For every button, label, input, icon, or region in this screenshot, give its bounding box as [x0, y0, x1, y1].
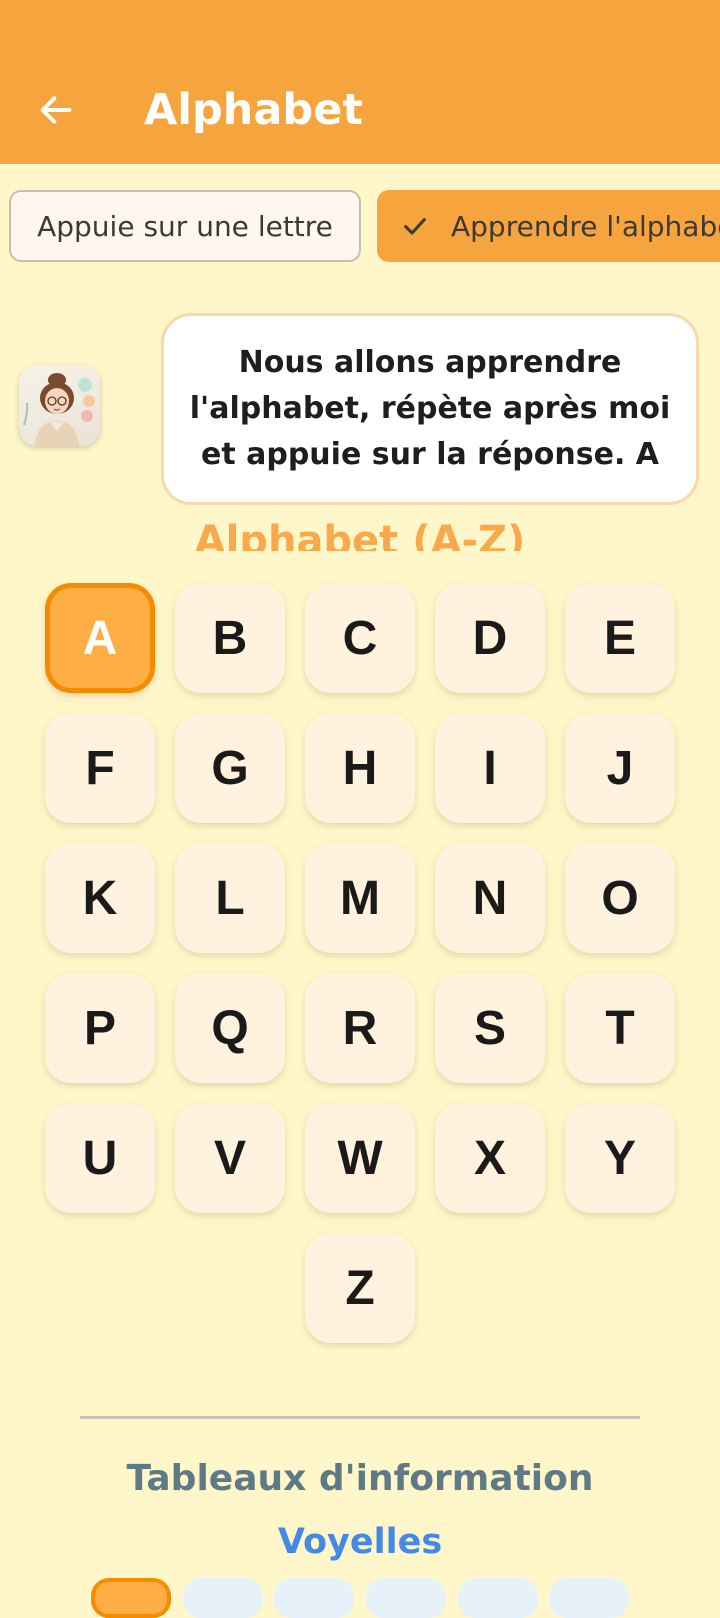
- vowels-title: Voyelles: [277, 1522, 443, 1562]
- letter-key-q[interactable]: Q: [175, 973, 285, 1083]
- letter-key-u[interactable]: U: [45, 1103, 155, 1213]
- vowel-tile[interactable]: [366, 1578, 446, 1618]
- vowel-tile[interactable]: [549, 1578, 629, 1618]
- mode-chip-learn-alphabet[interactable]: Apprendre l'alphabet: [377, 190, 720, 262]
- arrow-left-icon: [40, 96, 72, 124]
- letter-key-w[interactable]: W: [305, 1103, 415, 1213]
- letter-key-z[interactable]: Z: [305, 1233, 415, 1343]
- letter-key-t[interactable]: T: [565, 973, 675, 1083]
- letter-key-v[interactable]: V: [175, 1103, 285, 1213]
- letter-key-m[interactable]: M: [305, 843, 415, 953]
- letter-key-x[interactable]: X: [435, 1103, 545, 1213]
- letter-key-o[interactable]: O: [565, 843, 675, 953]
- letter-key-s[interactable]: S: [435, 973, 545, 1083]
- mode-chip-tap-letter[interactable]: Appuie sur une lettre: [9, 190, 361, 262]
- letter-key-k[interactable]: K: [45, 843, 155, 953]
- letter-key-i[interactable]: I: [435, 713, 545, 823]
- letter-key-h[interactable]: H: [305, 713, 415, 823]
- letter-key-p[interactable]: P: [45, 973, 155, 1083]
- letter-key-l[interactable]: L: [175, 843, 285, 953]
- back-button[interactable]: [30, 84, 82, 136]
- letter-key-f[interactable]: F: [45, 713, 155, 823]
- letter-key-g[interactable]: G: [175, 713, 285, 823]
- mode-chip-label: Apprendre l'alphabet: [451, 209, 720, 243]
- letter-key-y[interactable]: Y: [565, 1103, 675, 1213]
- letter-grid: ABCDE FGHIJ KLMNO PQRST UVWXY Z: [45, 583, 677, 1343]
- divider: [80, 1416, 640, 1419]
- tutor-message: Nous allons apprendre l'alphabet, répète…: [189, 345, 671, 472]
- tutor-avatar: [19, 365, 100, 446]
- letter-key-a[interactable]: A: [45, 583, 155, 693]
- vowel-tile[interactable]: [91, 1578, 171, 1618]
- info-tables-title: Tableaux d'information: [126, 1458, 594, 1499]
- letter-key-b[interactable]: B: [175, 583, 285, 693]
- letter-key-n[interactable]: N: [435, 843, 545, 953]
- teacher-illustration-icon: [23, 373, 95, 446]
- page-title: Alphabet: [144, 85, 363, 135]
- letter-key-r[interactable]: R: [305, 973, 415, 1083]
- letter-key-e[interactable]: E: [565, 583, 675, 693]
- letter-key-j[interactable]: J: [565, 713, 675, 823]
- vowel-tile[interactable]: [458, 1578, 538, 1618]
- check-icon: [401, 212, 429, 240]
- mode-chip-label: Appuie sur une lettre: [37, 209, 333, 243]
- letter-key-c[interactable]: C: [305, 583, 415, 693]
- vowel-tile[interactable]: [183, 1578, 263, 1618]
- alphabet-section-title: Alphabet (A-Z): [194, 518, 526, 551]
- tutor-speech-bubble: Nous allons apprendre l'alphabet, répète…: [161, 313, 699, 505]
- app-bar: Alphabet: [0, 0, 720, 164]
- letter-key-d[interactable]: D: [435, 583, 545, 693]
- mode-selector: Appuie sur une lettre Apprendre l'alphab…: [0, 190, 720, 266]
- vowel-tile[interactable]: [274, 1578, 354, 1618]
